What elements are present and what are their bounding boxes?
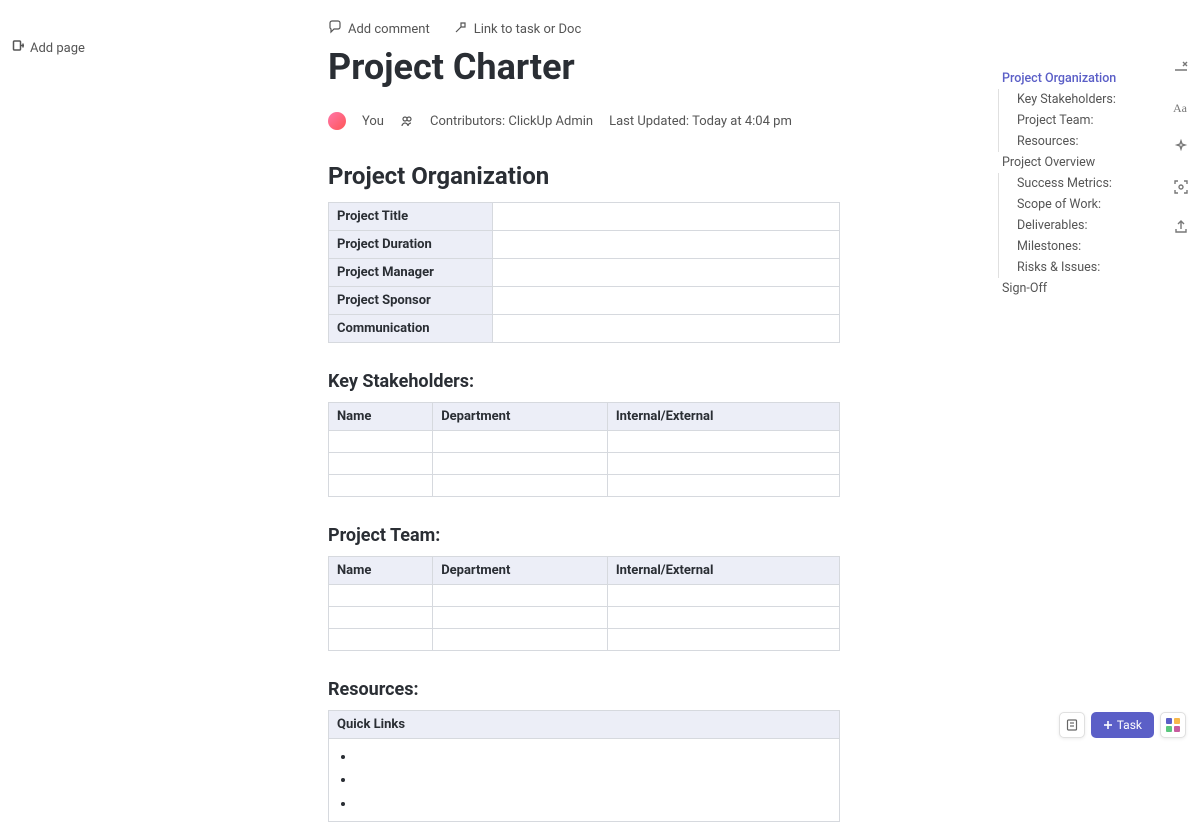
apps-icon [1166,718,1180,732]
subsection-heading-resources[interactable]: Resources: [328,679,840,700]
task-button[interactable]: Task [1091,712,1154,738]
outline-item[interactable]: Scope of Work: [998,194,1148,215]
row-label: Project Manager [329,259,493,287]
outline-item[interactable]: Project Organization [998,68,1148,89]
outline-item[interactable]: Success Metrics: [998,173,1148,194]
table-row[interactable] [329,607,840,629]
people-icon [400,114,414,128]
subsection-heading-stakeholders[interactable]: Key Stakeholders: [328,371,840,392]
comment-icon [328,20,342,38]
row-value[interactable] [492,203,839,231]
task-button-label: Task [1117,718,1142,732]
table-row[interactable] [329,629,840,651]
table-row[interactable] [329,453,840,475]
column-header: Quick Links [329,711,840,739]
outline-item[interactable]: Risks & Issues: [998,257,1148,278]
top-actions: Add comment Link to task or Doc [328,20,840,38]
add-page-label: Add page [30,41,85,56]
add-comment-label: Add comment [348,22,430,37]
table-row[interactable] [329,431,840,453]
row-label: Project Duration [329,231,493,259]
column-header: Department [433,403,608,431]
outline-item[interactable]: Key Stakeholders: [998,89,1148,110]
typography-icon[interactable]: Aa [1170,96,1192,118]
share-icon[interactable] [1170,216,1192,238]
bottom-right-controls: Task [1059,712,1186,738]
link-task-button[interactable]: Link to task or Doc [454,20,582,38]
table-row[interactable]: Project Manager [329,259,840,287]
column-header: Internal/External [607,403,839,431]
row-label: Project Sponsor [329,287,493,315]
row-value[interactable] [492,315,839,343]
row-value[interactable] [492,259,839,287]
section-heading-organization[interactable]: Project Organization [328,162,840,190]
list-item[interactable] [355,768,831,791]
column-header: Department [433,557,608,585]
link-icon [454,20,468,38]
avatar[interactable] [328,112,346,130]
table-row[interactable] [329,475,840,497]
table-row[interactable] [329,585,840,607]
column-header: Name [329,403,433,431]
table-row[interactable] [329,739,840,822]
add-page-button[interactable]: Add page [12,40,85,56]
table-row[interactable]: Project Sponsor [329,287,840,315]
outline-item[interactable]: Project Overview [998,152,1148,173]
row-label: Communication [329,315,493,343]
row-value[interactable] [492,231,839,259]
focus-icon[interactable] [1170,176,1192,198]
contributors-text: Contributors: ClickUp Admin [430,114,593,129]
side-tools: Aa [1170,56,1192,238]
svg-text:Aa: Aa [1173,101,1188,115]
you-label: You [362,114,384,129]
team-table[interactable]: NameDepartmentInternal/External [328,556,840,651]
row-label: Project Title [329,203,493,231]
list-item[interactable] [355,745,831,768]
outline-item[interactable]: Milestones: [998,236,1148,257]
outline-item[interactable]: Deliverables: [998,215,1148,236]
link-task-label: Link to task or Doc [474,22,582,37]
apps-button[interactable] [1160,712,1186,738]
column-header: Name [329,557,433,585]
sparkle-icon[interactable] [1170,136,1192,158]
table-row[interactable]: Project Title [329,203,840,231]
collapse-icon[interactable] [1170,56,1192,78]
document-body: Add comment Link to task or Doc Project … [328,0,840,822]
last-updated-text: Last Updated: Today at 4:04 pm [609,114,792,129]
outline-item[interactable]: Project Team: [998,110,1148,131]
notes-button[interactable] [1059,712,1085,738]
quick-links-list[interactable] [337,745,831,815]
list-item[interactable] [355,792,831,815]
organization-table[interactable]: Project TitleProject DurationProject Man… [328,202,840,343]
stakeholders-table[interactable]: NameDepartmentInternal/External [328,402,840,497]
page-title[interactable]: Project Charter [328,46,840,88]
outline-item[interactable]: Sign-Off [998,278,1148,299]
column-header: Internal/External [607,557,839,585]
row-value[interactable] [492,287,839,315]
table-row[interactable]: Project Duration [329,231,840,259]
table-row[interactable]: Communication [329,315,840,343]
outline-item[interactable]: Resources: [998,131,1148,152]
plus-icon [12,40,24,56]
resources-table[interactable]: Quick Links [328,710,840,822]
meta-row: You Contributors: ClickUp Admin Last Upd… [328,112,840,130]
outline-panel: Project OrganizationKey Stakeholders:Pro… [998,68,1148,299]
add-comment-button[interactable]: Add comment [328,20,430,38]
subsection-heading-team[interactable]: Project Team: [328,525,840,546]
